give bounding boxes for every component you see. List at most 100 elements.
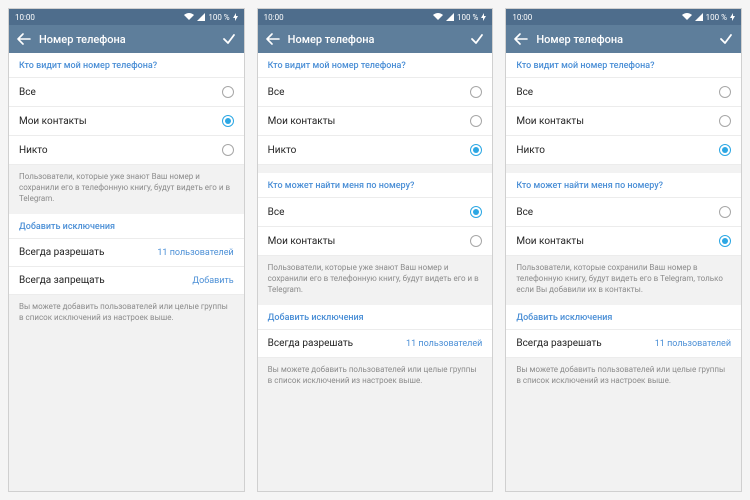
always-allow-row[interactable]: Всегда разрешать11 пользователей: [258, 330, 493, 358]
who-sees-header: Кто видит мой номер телефона?: [506, 53, 741, 78]
option-contacts[interactable]: Мои контакты: [9, 107, 244, 136]
who-sees-header: Кто видит мой номер телефона?: [9, 53, 244, 78]
check-icon[interactable]: [222, 32, 236, 46]
radio-icon: [222, 115, 234, 127]
radio-icon: [719, 115, 731, 127]
option-everyone[interactable]: Все: [258, 78, 493, 107]
back-icon[interactable]: [514, 32, 528, 46]
radio-icon: [719, 206, 731, 218]
option-label: Никто: [19, 145, 222, 156]
bolt-icon: [730, 13, 735, 21]
find-option-contacts[interactable]: Мои контакты: [258, 227, 493, 256]
note-add-groups: Вы можете добавить пользователей или цел…: [9, 295, 244, 334]
option-label: Мои контакты: [19, 116, 222, 127]
always-deny-row[interactable]: Всегда запрещатьДобавить: [9, 267, 244, 295]
radio-icon: [470, 144, 482, 156]
radio-icon: [470, 235, 482, 247]
find-option-everyone[interactable]: Все: [258, 198, 493, 227]
option-label: Мои контакты: [516, 236, 719, 247]
option-nobody[interactable]: Никто: [9, 136, 244, 165]
option-label: Все: [268, 87, 471, 98]
statusbar: 10:00 100 %: [9, 9, 244, 25]
option-label: Никто: [268, 145, 471, 156]
exceptions-header: Добавить исключения: [506, 305, 741, 330]
radio-icon: [719, 144, 731, 156]
page-title: Номер телефона: [288, 33, 463, 46]
note-users-know: Пользователи, которые уже знают Ваш номе…: [258, 256, 493, 305]
bolt-icon: [481, 13, 486, 21]
who-finds-header: Кто может найти меня по номеру?: [258, 173, 493, 198]
option-everyone[interactable]: Все: [506, 78, 741, 107]
page-title: Номер телефона: [39, 33, 214, 46]
wifi-icon: [682, 13, 692, 21]
statusbar: 10:00 100 %: [258, 9, 493, 25]
signal-icon: [446, 13, 454, 21]
note-users-saved: Пользователи, которые сохранили Ваш номе…: [506, 256, 741, 305]
content: Кто видит мой номер телефона? Все Мои ко…: [258, 53, 493, 491]
back-icon[interactable]: [266, 32, 280, 46]
option-label: Мои контакты: [516, 116, 719, 127]
exceptions-header: Добавить исключения: [258, 305, 493, 330]
radio-icon: [470, 86, 482, 98]
user-count: 11 пользователей: [655, 339, 731, 349]
option-contacts[interactable]: Мои контакты: [506, 107, 741, 136]
option-label: Все: [19, 87, 222, 98]
radio-icon: [719, 235, 731, 247]
option-nobody[interactable]: Никто: [258, 136, 493, 165]
option-label: Мои контакты: [268, 116, 471, 127]
content: Кто видит мой номер телефона? Все Мои ко…: [9, 53, 244, 491]
exceptions-header: Добавить исключения: [9, 214, 244, 239]
wifi-icon: [433, 13, 443, 21]
user-count: 11 пользователей: [157, 248, 233, 258]
page-title: Номер телефона: [536, 33, 711, 46]
screen-3: 10:00 100 % Номер телефона Кто видит мой…: [505, 8, 742, 492]
radio-icon: [470, 206, 482, 218]
radio-icon: [470, 115, 482, 127]
statusbar: 10:00 100 %: [506, 9, 741, 25]
always-allow-row[interactable]: Всегда разрешать11 пользователей: [9, 239, 244, 267]
note-add-groups: Вы можете добавить пользователей или цел…: [506, 358, 741, 397]
option-label: Все: [516, 207, 719, 218]
status-time: 10:00: [264, 13, 433, 22]
back-icon[interactable]: [17, 32, 31, 46]
row-label: Всегда запрещать: [19, 275, 192, 286]
check-icon[interactable]: [719, 32, 733, 46]
check-icon[interactable]: [470, 32, 484, 46]
option-label: Никто: [516, 145, 719, 156]
row-label: Всегда разрешать: [268, 338, 406, 349]
status-battery: 100 %: [457, 13, 478, 22]
who-finds-header: Кто может найти меня по номеру?: [506, 173, 741, 198]
row-label: Всегда разрешать: [516, 338, 654, 349]
status-time: 10:00: [15, 13, 184, 22]
content: Кто видит мой номер телефона? Все Мои ко…: [506, 53, 741, 491]
signal-icon: [197, 13, 205, 21]
radio-icon: [719, 86, 731, 98]
row-label: Всегда разрешать: [19, 247, 157, 258]
option-label: Все: [268, 207, 471, 218]
spacer: [506, 165, 741, 173]
status-time: 10:00: [512, 13, 681, 22]
wifi-icon: [184, 13, 194, 21]
status-battery: 100 %: [208, 13, 229, 22]
screen-2: 10:00 100 % Номер телефона Кто видит мой…: [257, 8, 494, 492]
spacer: [258, 165, 493, 173]
option-contacts[interactable]: Мои контакты: [258, 107, 493, 136]
note-users-know: Пользователи, которые уже знают Ваш номе…: [9, 165, 244, 214]
titlebar: Номер телефона: [506, 25, 741, 53]
option-everyone[interactable]: Все: [9, 78, 244, 107]
option-nobody[interactable]: Никто: [506, 136, 741, 165]
find-option-contacts[interactable]: Мои контакты: [506, 227, 741, 256]
signal-icon: [695, 13, 703, 21]
option-label: Мои контакты: [268, 236, 471, 247]
find-option-everyone[interactable]: Все: [506, 198, 741, 227]
radio-icon: [222, 86, 234, 98]
always-allow-row[interactable]: Всегда разрешать11 пользователей: [506, 330, 741, 358]
status-battery: 100 %: [706, 13, 727, 22]
note-add-groups: Вы можете добавить пользователей или цел…: [258, 358, 493, 397]
titlebar: Номер телефона: [9, 25, 244, 53]
add-link: Добавить: [192, 276, 233, 286]
user-count: 11 пользователей: [406, 339, 482, 349]
radio-icon: [222, 144, 234, 156]
titlebar: Номер телефона: [258, 25, 493, 53]
option-label: Все: [516, 87, 719, 98]
